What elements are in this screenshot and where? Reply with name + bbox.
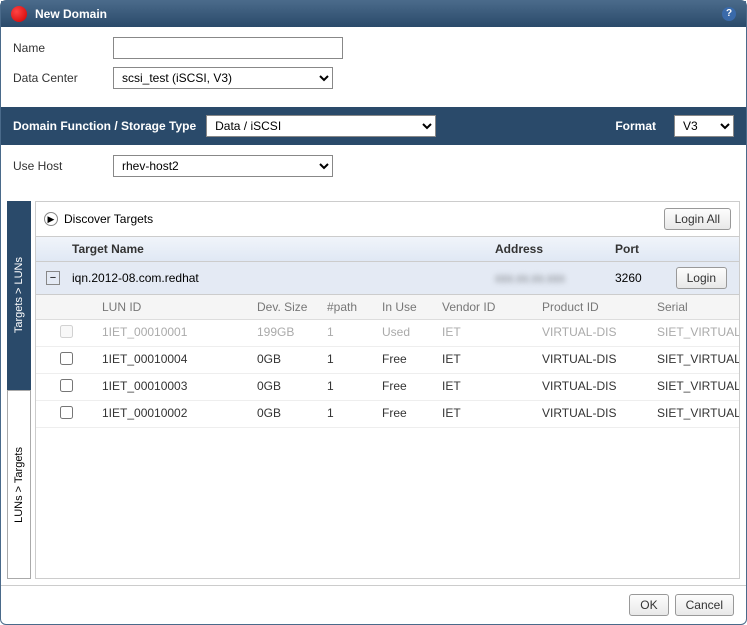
side-tabs: Targets > LUNs LUNs > Targets bbox=[7, 201, 31, 579]
domain-type-label: Domain Function / Storage Type bbox=[13, 119, 196, 133]
lun-size: 199GB bbox=[251, 320, 321, 346]
host-label: Use Host bbox=[13, 159, 113, 173]
name-input[interactable] bbox=[113, 37, 343, 59]
lun-inuse: Free bbox=[376, 401, 436, 427]
lun-vendor: IET bbox=[436, 374, 536, 400]
lun-product: VIRTUAL-DIS bbox=[536, 320, 651, 346]
targets-panel: ▶ Discover Targets Login All Target Name… bbox=[35, 201, 740, 579]
lun-product: VIRTUAL-DIS bbox=[536, 347, 651, 373]
lun-path: 1 bbox=[321, 347, 376, 373]
ok-button[interactable]: OK bbox=[629, 594, 668, 616]
lun-id: 1IET_00010003 bbox=[96, 374, 251, 400]
lun-list: 1IET_00010001199GB1UsedIETVIRTUAL-DISSIE… bbox=[36, 320, 739, 578]
cancel-button[interactable]: Cancel bbox=[675, 594, 734, 616]
lun-path: 1 bbox=[321, 401, 376, 427]
lun-serial: SIET_VIRTUAL- bbox=[651, 374, 739, 400]
lun-checkbox[interactable] bbox=[60, 325, 73, 338]
col-port: Port bbox=[609, 237, 739, 261]
login-all-button[interactable]: Login All bbox=[664, 208, 731, 230]
lun-row[interactable]: 1IET_000100040GB1FreeIETVIRTUAL-DISSIET_… bbox=[36, 347, 739, 374]
lun-id: 1IET_00010004 bbox=[96, 347, 251, 373]
col-target-name: Target Name bbox=[66, 237, 489, 261]
datacenter-label: Data Center bbox=[13, 71, 113, 85]
target-name: iqn.2012-08.com.redhat bbox=[66, 266, 489, 290]
format-select[interactable]: V3 bbox=[674, 115, 734, 137]
lun-id: 1IET_00010002 bbox=[96, 401, 251, 427]
col-in-use: In Use bbox=[376, 295, 436, 319]
app-logo-icon bbox=[11, 6, 27, 22]
discover-label: Discover Targets bbox=[64, 212, 153, 226]
lun-serial: SIET_VIRTUAL- bbox=[651, 320, 739, 346]
col-vendor: Vendor ID bbox=[436, 295, 536, 319]
lun-inuse: Free bbox=[376, 374, 436, 400]
collapse-icon[interactable]: − bbox=[46, 271, 60, 285]
form-host: Use Host rhev-host2 bbox=[1, 145, 746, 195]
lun-vendor: IET bbox=[436, 320, 536, 346]
lun-checkbox[interactable] bbox=[60, 379, 73, 392]
lun-product: VIRTUAL-DIS bbox=[536, 374, 651, 400]
lun-header: LUN ID Dev. Size #path In Use Vendor ID … bbox=[36, 295, 739, 320]
target-header: Target Name Address Port bbox=[36, 237, 739, 262]
lun-row[interactable]: 1IET_00010001199GB1UsedIETVIRTUAL-DISSIE… bbox=[36, 320, 739, 347]
lun-vendor: IET bbox=[436, 401, 536, 427]
col-product: Product ID bbox=[536, 295, 651, 319]
col-serial: Serial bbox=[651, 295, 739, 319]
col-dev-size: Dev. Size bbox=[251, 295, 321, 319]
tab-targets-luns[interactable]: Targets > LUNs bbox=[7, 201, 31, 390]
discover-row: ▶ Discover Targets Login All bbox=[36, 202, 739, 237]
domain-type-select[interactable]: Data / iSCSI bbox=[206, 115, 436, 137]
form-top: Name Data Center scsi_test (iSCSI, V3) bbox=[1, 27, 746, 107]
lun-path: 1 bbox=[321, 320, 376, 346]
lun-product: VIRTUAL-DIS bbox=[536, 401, 651, 427]
titlebar: New Domain ? bbox=[1, 1, 746, 27]
lun-inuse: Free bbox=[376, 347, 436, 373]
help-icon[interactable]: ? bbox=[722, 7, 736, 21]
lun-row[interactable]: 1IET_000100030GB1FreeIETVIRTUAL-DISSIET_… bbox=[36, 374, 739, 401]
lun-checkbox[interactable] bbox=[60, 352, 73, 365]
window-title: New Domain bbox=[35, 7, 107, 21]
lun-row[interactable]: 1IET_000100020GB1FreeIETVIRTUAL-DISSIET_… bbox=[36, 401, 739, 428]
datacenter-select[interactable]: scsi_test (iSCSI, V3) bbox=[113, 67, 333, 89]
name-label: Name bbox=[13, 41, 113, 55]
col-lun-id: LUN ID bbox=[96, 295, 251, 319]
type-bar: Domain Function / Storage Type Data / iS… bbox=[1, 107, 746, 145]
target-row[interactable]: − iqn.2012-08.com.redhat xxx.xx.xx.xxx 3… bbox=[36, 262, 739, 295]
lun-path: 1 bbox=[321, 374, 376, 400]
lun-size: 0GB bbox=[251, 374, 321, 400]
format-label: Format bbox=[615, 119, 656, 133]
lun-size: 0GB bbox=[251, 347, 321, 373]
lun-checkbox[interactable] bbox=[60, 406, 73, 419]
target-port: 3260 bbox=[609, 266, 669, 290]
login-button[interactable]: Login bbox=[676, 267, 727, 289]
lun-inuse: Used bbox=[376, 320, 436, 346]
col-path: #path bbox=[321, 295, 376, 319]
lun-id: 1IET_00010001 bbox=[96, 320, 251, 346]
target-address: xxx.xx.xx.xxx bbox=[489, 266, 609, 290]
lun-serial: SIET_VIRTUAL- bbox=[651, 347, 739, 373]
lun-serial: SIET_VIRTUAL- bbox=[651, 401, 739, 427]
main-area: Targets > LUNs LUNs > Targets ▶ Discover… bbox=[1, 195, 746, 585]
lun-size: 0GB bbox=[251, 401, 321, 427]
host-select[interactable]: rhev-host2 bbox=[113, 155, 333, 177]
discover-expand-icon[interactable]: ▶ bbox=[44, 212, 58, 226]
col-address: Address bbox=[489, 237, 609, 261]
footer: OK Cancel bbox=[1, 585, 746, 624]
tab-luns-targets[interactable]: LUNs > Targets bbox=[7, 390, 31, 579]
lun-vendor: IET bbox=[436, 347, 536, 373]
